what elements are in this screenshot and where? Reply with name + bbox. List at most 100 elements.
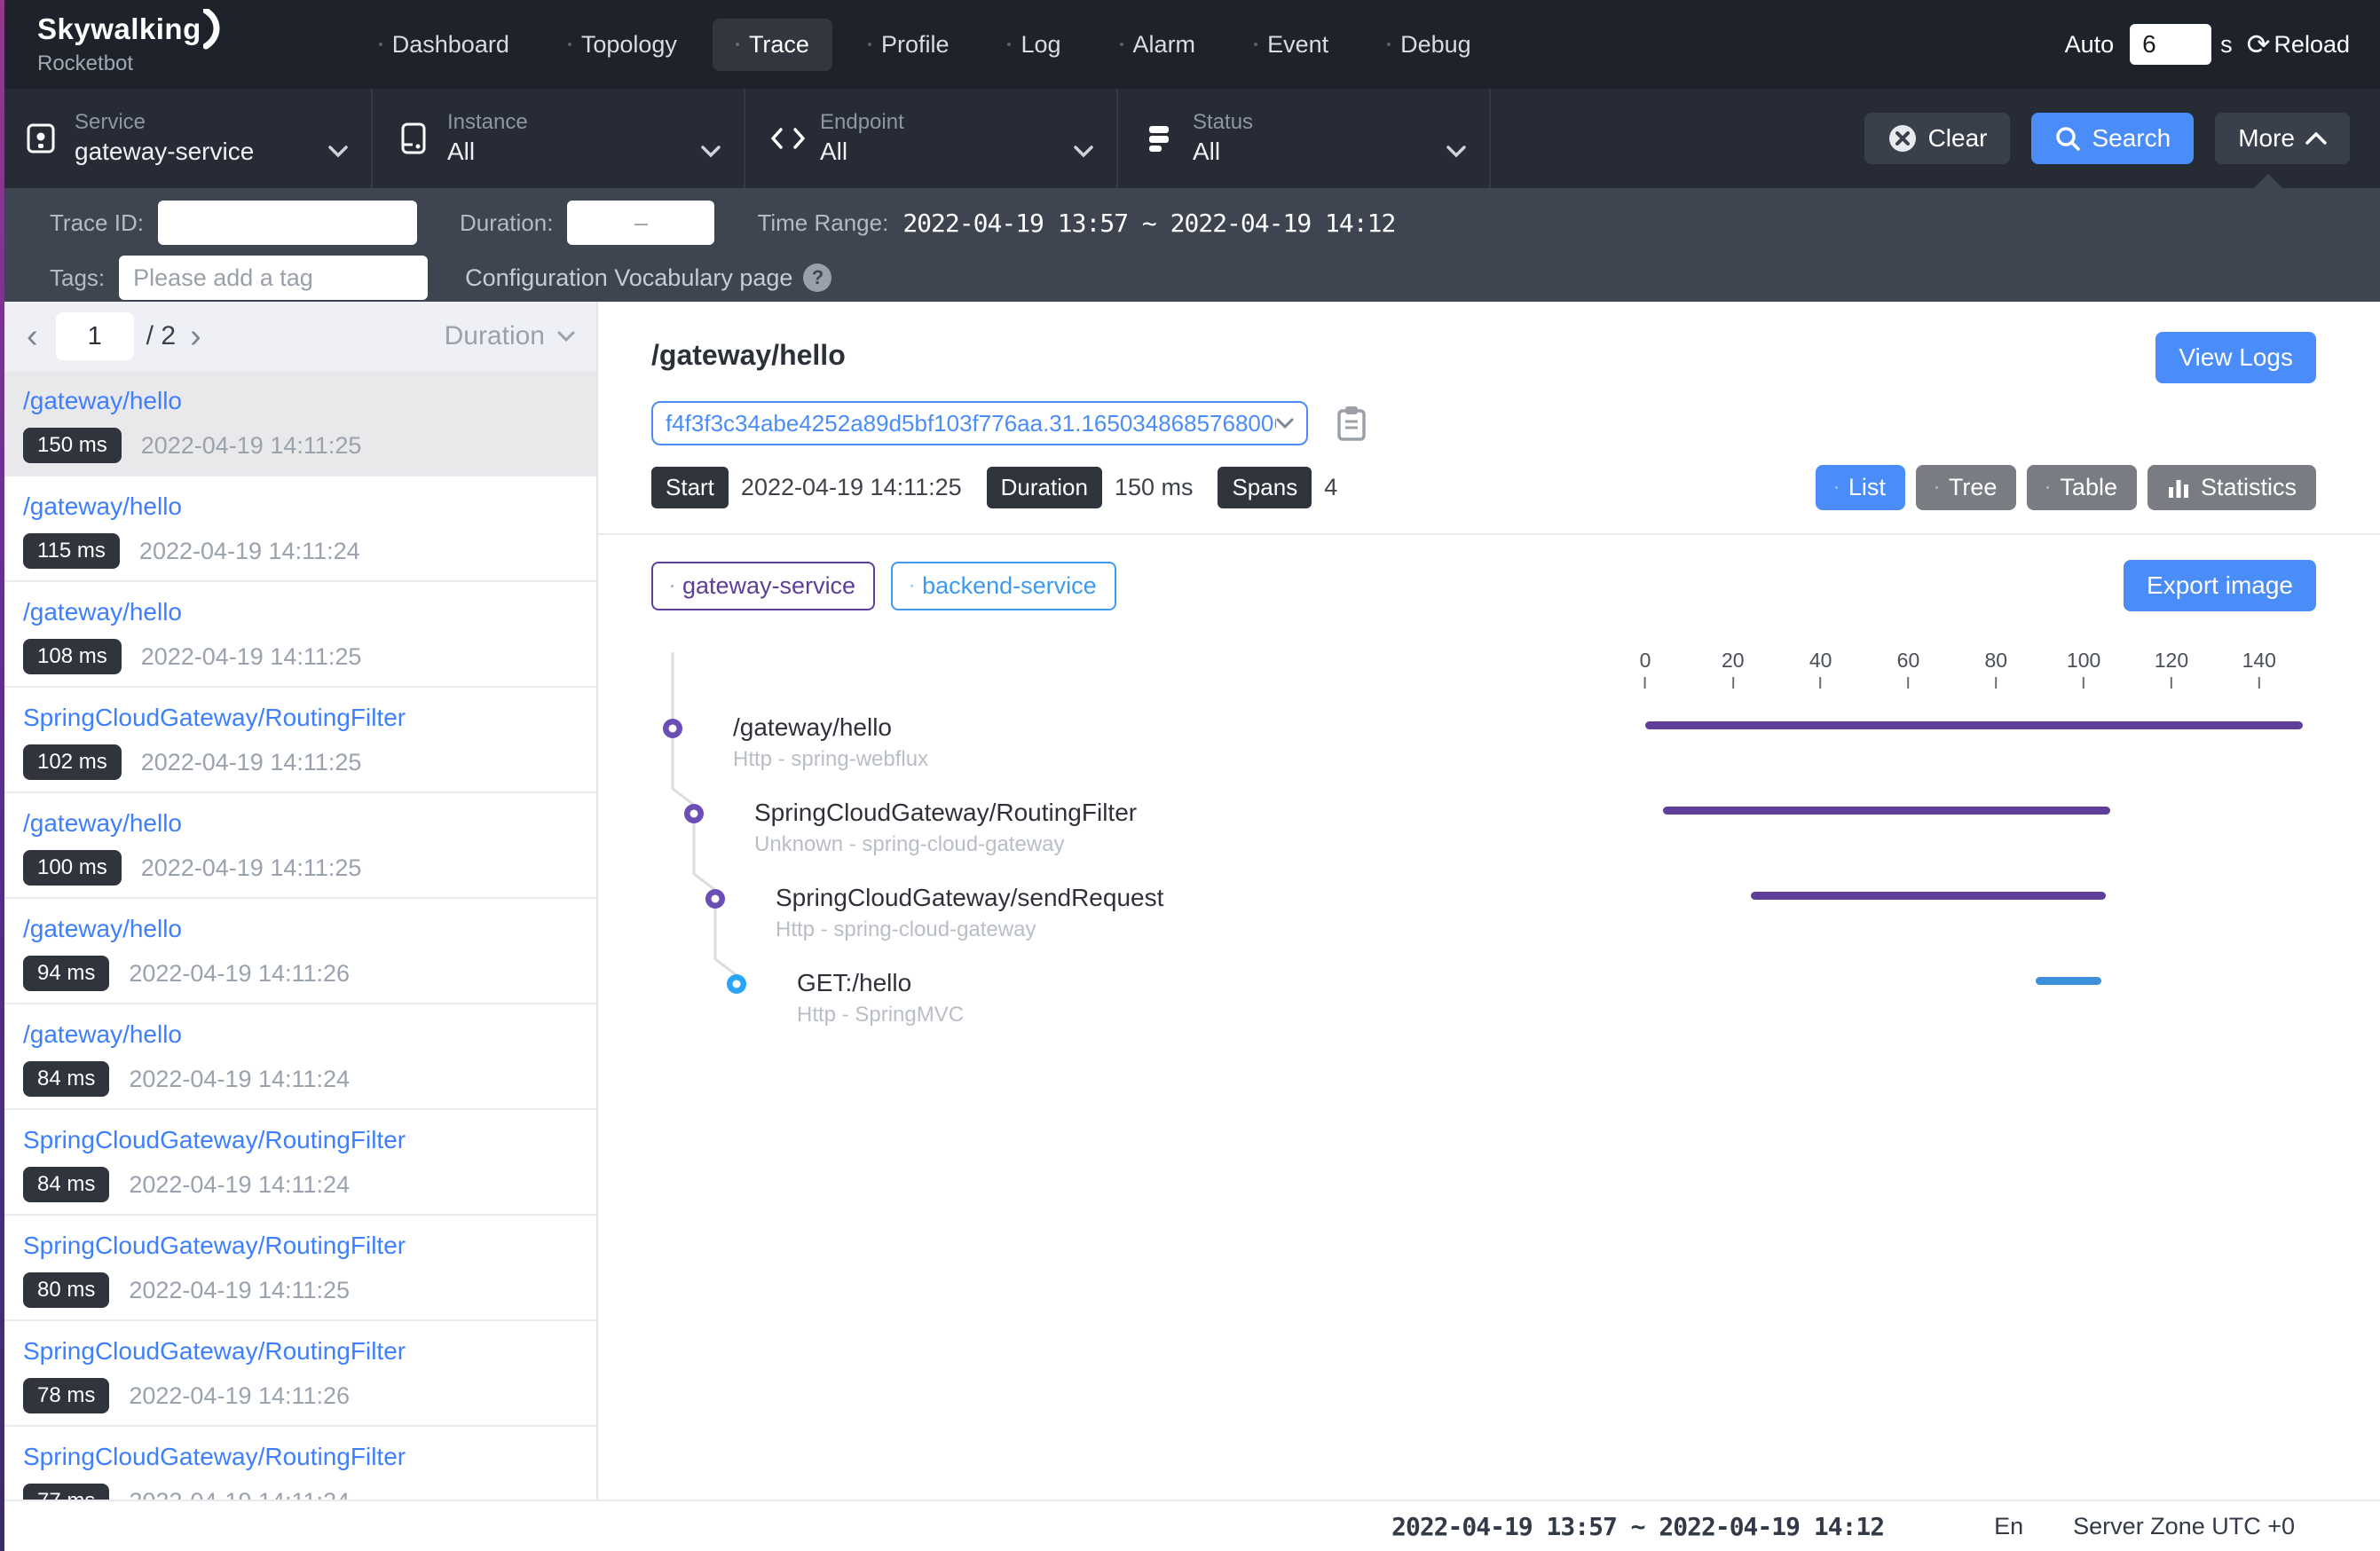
trace-id-input[interactable]: [158, 201, 417, 245]
nav-item-trace[interactable]: Trace: [713, 19, 832, 71]
trace-item-timestamp: 2022-04-19 14:11:26: [129, 960, 350, 988]
reload-icon[interactable]: ⟳: [2247, 28, 2271, 61]
trace-list-sidebar: ‹ / 2 › Duration /gateway/hello 150 ms 2…: [0, 302, 598, 1500]
nav-item-profile[interactable]: Profile: [845, 19, 973, 71]
view-logs-button[interactable]: View Logs: [2155, 332, 2316, 383]
footer-time-range[interactable]: 2022-04-19 13:57 ~ 2022-04-19 14:12: [1391, 1512, 1884, 1541]
span-duration-bar[interactable]: [2036, 977, 2101, 985]
axis-tick: 60: [1897, 649, 1920, 689]
duration-filter-label: Duration:: [460, 209, 554, 237]
spans-value: 4: [1324, 474, 1337, 501]
trace-item-name: /gateway/hello: [23, 491, 573, 523]
next-page-icon[interactable]: ›: [185, 319, 207, 353]
clear-icon: [1887, 123, 1918, 154]
auto-interval-input[interactable]: [2130, 24, 2211, 65]
trace-list-item[interactable]: /gateway/hello 115 ms 2022-04-19 14:11:2…: [0, 476, 596, 582]
instance-filter[interactable]: Instance All: [373, 89, 745, 188]
tab-tree[interactable]: Tree: [1916, 465, 2017, 510]
tags-input[interactable]: [119, 256, 428, 300]
trace-list-item[interactable]: SpringCloudGateway/RoutingFilter 77 ms 2…: [0, 1427, 596, 1500]
span-duration-bar[interactable]: [1751, 892, 2106, 900]
trace-id-select[interactable]: f4f3f3c34abe4252a89d5bf103f776aa.31.1650…: [651, 401, 1308, 445]
trace-list: /gateway/hello 150 ms 2022-04-19 14:11:2…: [0, 371, 596, 1500]
vocabulary-page-link[interactable]: Configuration Vocabulary page: [465, 264, 792, 292]
trace-title: /gateway/hello: [651, 339, 846, 372]
trace-list-item[interactable]: SpringCloudGateway/RoutingFilter 84 ms 2…: [0, 1110, 596, 1216]
language-selector[interactable]: En: [1994, 1513, 2023, 1540]
span-gantt: 020406080100120140 /gateway/hello Http -…: [651, 634, 2316, 1050]
service-chip-backend[interactable]: backend-service: [891, 562, 1116, 610]
trace-list-item[interactable]: SpringCloudGateway/RoutingFilter 78 ms 2…: [0, 1321, 596, 1427]
nav-item-dot-icon: [736, 43, 739, 46]
trace-item-timestamp: 2022-04-19 14:11:25: [141, 432, 362, 460]
trace-list-item[interactable]: SpringCloudGateway/RoutingFilter 102 ms …: [0, 688, 596, 793]
prev-page-icon[interactable]: ‹: [21, 319, 43, 353]
span-name: SpringCloudGateway/sendRequest: [776, 881, 1645, 915]
timezone-selector[interactable]: Server Zone UTC +0: [2073, 1513, 2295, 1540]
chevron-down-icon: [1074, 146, 1093, 158]
trace-list-item[interactable]: /gateway/hello 84 ms 2022-04-19 14:11:24: [0, 1004, 596, 1110]
trace-item-duration-badge: 94 ms: [23, 956, 109, 991]
nav-item-log[interactable]: Log: [984, 19, 1084, 71]
more-button[interactable]: More: [2215, 113, 2350, 164]
duration-input[interactable]: [567, 201, 714, 245]
clear-button[interactable]: Clear: [1864, 113, 2011, 164]
axis-tick: 0: [1640, 649, 1651, 689]
pagination-bar: ‹ / 2 › Duration: [0, 302, 596, 371]
trace-item-timestamp: 2022-04-19 14:11:26: [129, 1382, 350, 1410]
tab-table[interactable]: Table: [2027, 465, 2137, 510]
auto-unit: s: [2220, 31, 2233, 59]
tab-list[interactable]: List: [1816, 465, 1905, 510]
nav-item-event[interactable]: Event: [1231, 19, 1352, 71]
trace-item-duration-badge: 150 ms: [23, 428, 122, 463]
trace-item-duration-badge: 102 ms: [23, 744, 122, 780]
nav-item-alarm[interactable]: Alarm: [1097, 19, 1219, 71]
chevron-down-icon: [1446, 146, 1466, 158]
status-filter[interactable]: Status All: [1118, 89, 1491, 188]
axis-tick: 20: [1722, 649, 1745, 689]
span-row[interactable]: GET:/hello Http - SpringMVC: [651, 964, 2316, 1050]
tab-statistics[interactable]: Statistics: [2148, 465, 2316, 510]
reload-button[interactable]: Reload: [2274, 31, 2350, 59]
endpoint-filter[interactable]: Endpoint All: [745, 89, 1118, 188]
trace-list-item[interactable]: /gateway/hello 100 ms 2022-04-19 14:11:2…: [0, 793, 596, 899]
trace-item-timestamp: 2022-04-19 14:11:25: [141, 749, 362, 776]
trace-item-duration-badge: 100 ms: [23, 850, 122, 886]
service-chip-gateway[interactable]: gateway-service: [651, 562, 875, 610]
sort-dropdown[interactable]: Duration: [445, 321, 575, 351]
chevron-down-icon: [328, 146, 348, 158]
span-row[interactable]: SpringCloudGateway/RoutingFilter Unknown…: [651, 794, 2316, 879]
trace-item-timestamp: 2022-04-19 14:11:25: [141, 854, 362, 882]
nav-item-dashboard[interactable]: Dashboard: [356, 19, 532, 71]
nav-item-dot-icon: [1387, 43, 1391, 46]
span-duration-bar[interactable]: [1663, 807, 2110, 815]
nav-item-debug[interactable]: Debug: [1364, 19, 1494, 71]
trace-list-item[interactable]: SpringCloudGateway/RoutingFilter 80 ms 2…: [0, 1216, 596, 1321]
nav-item-topology[interactable]: Topology: [545, 19, 700, 71]
trace-item-timestamp: 2022-04-19 14:11:25: [129, 1277, 350, 1304]
trace-item-timestamp: 2022-04-19 14:11:24: [129, 1066, 350, 1093]
trace-item-duration-badge: 115 ms: [23, 533, 120, 569]
span-row[interactable]: /gateway/hello Http - spring-webflux: [651, 709, 2316, 794]
page-input[interactable]: [56, 312, 134, 360]
trace-list-item[interactable]: /gateway/hello 150 ms 2022-04-19 14:11:2…: [0, 371, 596, 476]
trace-list-item[interactable]: /gateway/hello 108 ms 2022-04-19 14:11:2…: [0, 582, 596, 688]
more-filter-panel: Trace ID: Duration: Time Range: 2022-04-…: [0, 188, 2380, 302]
span-row[interactable]: SpringCloudGateway/sendRequest Http - sp…: [651, 879, 2316, 964]
nav-item-dot-icon: [1120, 43, 1123, 46]
search-button[interactable]: Search: [2031, 113, 2194, 164]
chevron-down-icon: [1276, 418, 1294, 429]
span-component: Unknown - spring-cloud-gateway: [754, 831, 1645, 858]
span-component: Http - spring-webflux: [733, 746, 1645, 773]
time-range-value[interactable]: 2022-04-19 13:57 ~ 2022-04-19 14:12: [902, 209, 1395, 238]
copy-icon[interactable]: [1335, 404, 1368, 443]
span-component: Http - SpringMVC: [797, 1002, 1645, 1028]
span-duration-bar[interactable]: [1645, 721, 2303, 729]
service-filter[interactable]: Service gateway-service: [0, 89, 373, 188]
help-icon[interactable]: ?: [803, 264, 831, 292]
export-image-button[interactable]: Export image: [2124, 560, 2316, 611]
logo-crescent-icon: [203, 9, 223, 50]
duration-badge: Duration: [987, 467, 1102, 508]
bar-chart-icon: [2167, 476, 2190, 500]
trace-list-item[interactable]: /gateway/hello 94 ms 2022-04-19 14:11:26: [0, 899, 596, 1004]
